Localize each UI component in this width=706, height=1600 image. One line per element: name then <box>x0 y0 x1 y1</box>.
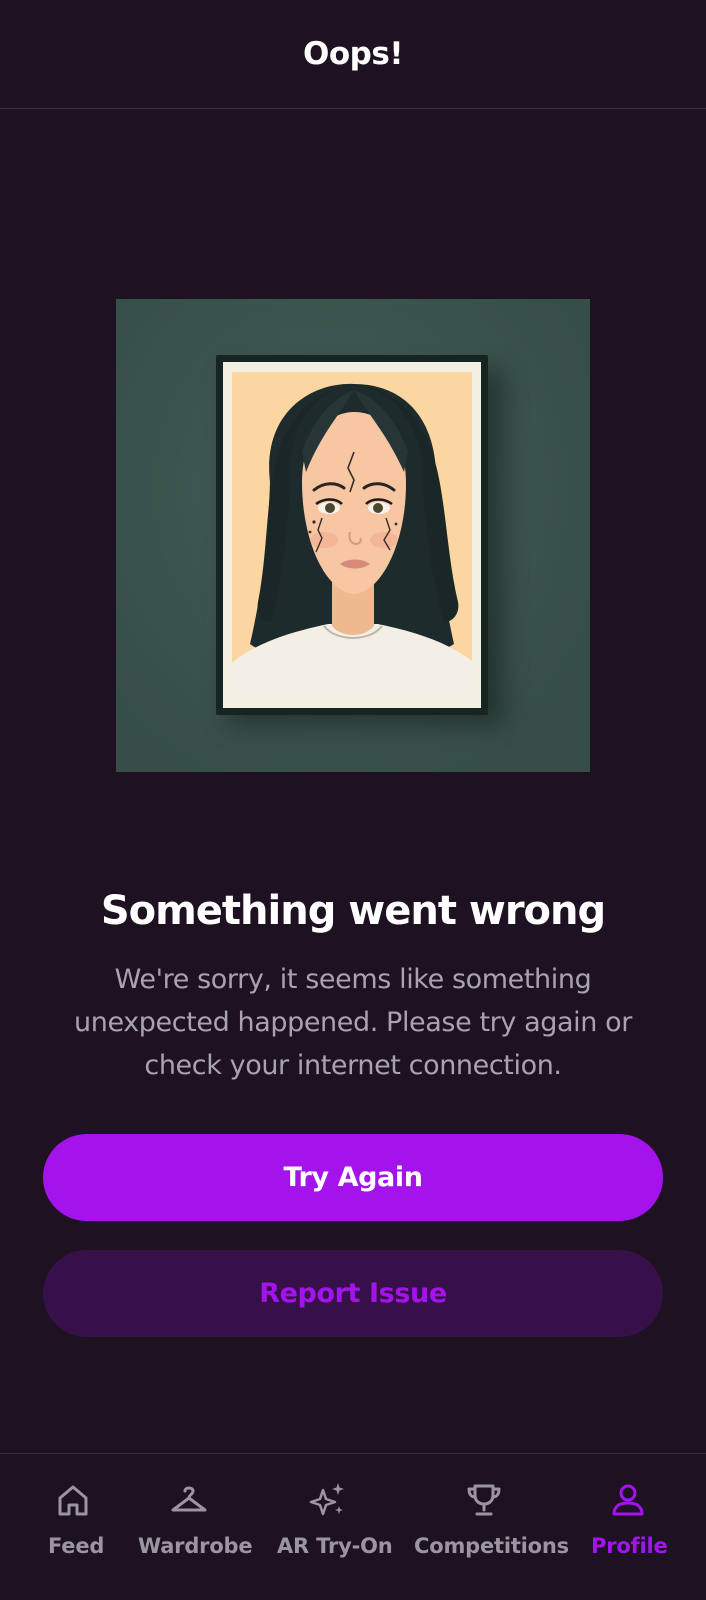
try-again-button[interactable]: Try Again <box>43 1134 663 1221</box>
error-title: Something went wrong <box>100 888 606 934</box>
nav-label-feed: Feed <box>48 1534 105 1558</box>
nav-label-profile: Profile <box>591 1534 668 1558</box>
error-illustration <box>116 299 590 772</box>
report-issue-button[interactable]: Report Issue <box>43 1250 663 1337</box>
hanger-icon <box>171 1486 207 1512</box>
error-message: We're sorry, it seems like something une… <box>74 964 632 1081</box>
nav-label-wardrobe: Wardrobe <box>138 1534 253 1558</box>
user-icon <box>612 1484 644 1516</box>
page-title: Oops! <box>303 36 403 72</box>
sad-girl-portrait-art <box>232 383 472 698</box>
nav-item-ar-try-on[interactable]: AR Try-On <box>268 1454 393 1600</box>
picture-frame <box>216 355 488 715</box>
picture-mat <box>223 362 481 708</box>
nav-item-feed[interactable]: Feed <box>26 1454 120 1600</box>
nav-label-ar-try-on: AR Try-On <box>277 1534 393 1558</box>
sad-girl-portrait <box>232 372 472 698</box>
trophy-icon <box>467 1484 501 1516</box>
app-screen: Oops! Something went wrong We're sorry, … <box>0 0 706 1600</box>
bottom-navigation: Feed Wardrobe AR Try-On Competitions Pro… <box>0 1453 706 1600</box>
nav-item-wardrobe[interactable]: Wardrobe <box>130 1454 253 1600</box>
sparkles-icon <box>309 1483 344 1516</box>
nav-item-profile[interactable]: Profile <box>580 1454 680 1600</box>
nav-item-competitions[interactable]: Competitions <box>406 1454 569 1600</box>
home-icon <box>58 1485 88 1516</box>
top-app-bar: Oops! <box>0 0 706 109</box>
nav-label-competitions: Competitions <box>414 1534 569 1558</box>
